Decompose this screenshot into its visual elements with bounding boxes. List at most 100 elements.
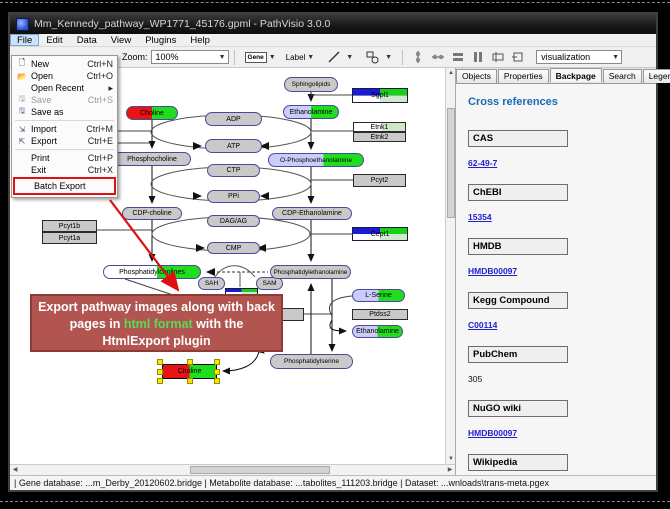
node-l-serine[interactable]: L-Serine: [352, 289, 405, 302]
node-sgpl1[interactable]: Sgpl1: [352, 88, 408, 103]
xref-section-cas: CAS 62-49-7: [468, 130, 656, 171]
zoom-combobox[interactable]: 100% ▼: [151, 50, 229, 64]
node-ethanolamine-bottom[interactable]: Ethanolamine: [352, 325, 403, 338]
screen-edge-artifact-bottom: [0, 501, 670, 502]
node-dag-ag[interactable]: DAG/AG: [207, 215, 260, 227]
menu-data[interactable]: Data: [70, 34, 104, 46]
chevron-down-icon: ▼: [346, 54, 353, 61]
align-center-x-icon[interactable]: [411, 50, 425, 64]
tab-properties[interactable]: Properties: [498, 69, 549, 83]
file-menu-import[interactable]: ⇲ ImportCtrl+M: [12, 123, 117, 135]
file-menu-batch-export[interactable]: Batch Export: [13, 177, 116, 195]
annotation-line3: HtmlExport plugin: [32, 333, 281, 350]
file-menu-new[interactable]: 🗋 NewCtrl+N: [12, 58, 117, 70]
canvas-horizontal-scrollbar[interactable]: ◀ ▶: [10, 464, 455, 475]
menu-view[interactable]: View: [104, 34, 138, 46]
tab-legend[interactable]: Legend: [643, 69, 670, 83]
selection-handle[interactable]: [214, 359, 220, 365]
xref-link[interactable]: 62-49-7: [468, 158, 497, 168]
menu-edit[interactable]: Edit: [39, 34, 69, 46]
node-phosphocholine[interactable]: Phosphocholine: [113, 152, 191, 166]
node-etnk2[interactable]: Etnk2: [353, 132, 406, 142]
line-tool-button[interactable]: ▼: [321, 48, 356, 66]
node-etnk1[interactable]: Etnk1: [353, 122, 406, 132]
xref-link[interactable]: HMDB00097: [468, 428, 517, 438]
open-folder-icon: 📂: [15, 72, 29, 81]
distribute-vertical-icon[interactable]: [511, 50, 525, 64]
selection-handle[interactable]: [214, 378, 220, 384]
file-menu-open[interactable]: 📂 OpenCtrl+O: [12, 70, 117, 82]
node-atp[interactable]: ATP: [205, 139, 262, 153]
node-cdp-choline[interactable]: CDP-choline: [122, 207, 182, 220]
canvas-vertical-scrollbar[interactable]: ▲ ▼: [445, 68, 455, 464]
visualization-combobox[interactable]: visualization ▼: [536, 50, 622, 64]
selection-handle[interactable]: [157, 359, 163, 365]
node-choline-selected[interactable]: Choline: [162, 364, 217, 379]
scroll-left-icon[interactable]: ◀: [10, 465, 20, 475]
scrollbar-thumb[interactable]: [190, 466, 330, 474]
file-menu: 🗋 NewCtrl+N 📂 OpenCtrl+O Open Recent▸ 🖫 …: [11, 55, 118, 198]
scroll-right-icon[interactable]: ▶: [445, 465, 455, 475]
xref-link[interactable]: HMDB00097: [468, 266, 517, 276]
annotation-callout: Export pathway images along with back pa…: [30, 294, 283, 352]
tab-objects[interactable]: Objects: [456, 69, 497, 83]
node-phosphatidylethanolamine[interactable]: Phosphatidylethanolamine: [270, 265, 351, 279]
tab-backpage[interactable]: Backpage: [550, 68, 602, 82]
node-pcyt2[interactable]: Pcyt2: [353, 174, 406, 187]
align-center-y-icon[interactable]: [431, 50, 445, 64]
node-adp[interactable]: ADP: [205, 112, 262, 126]
node-ctp[interactable]: CTP: [207, 164, 260, 177]
label-button[interactable]: Label ▼: [283, 51, 318, 64]
selection-handle[interactable]: [214, 369, 220, 375]
node-sah[interactable]: SAH: [198, 277, 225, 290]
node-ethanolamine-top[interactable]: Ethanolamine: [283, 105, 339, 119]
sidebar: Objects Properties Backpage Search Legen…: [455, 68, 656, 475]
menu-file[interactable]: File: [10, 34, 39, 46]
file-menu-print[interactable]: PrintCtrl+P: [12, 152, 117, 164]
window-title: Mm_Kennedy_pathway_WP1771_45176.gpml - P…: [34, 18, 330, 30]
node-phosphatidylcholines[interactable]: Phosphatidylcholines: [103, 265, 201, 279]
selection-handle[interactable]: [187, 378, 193, 384]
toolbar-separator: [402, 50, 403, 65]
node-pcyt1a[interactable]: Pcyt1a: [42, 232, 97, 244]
common-width-icon[interactable]: [471, 50, 485, 64]
node-pcyt1b[interactable]: Pcyt1b: [42, 220, 97, 232]
menu-separator: [15, 149, 114, 150]
xref-db-name: Kegg Compound: [468, 292, 568, 309]
menu-help[interactable]: Help: [183, 34, 217, 46]
scrollbar-thumb[interactable]: [447, 108, 455, 218]
node-cept1[interactable]: Cept1: [352, 227, 408, 241]
xref-value: 305: [468, 374, 482, 384]
file-menu-export[interactable]: ⇱ ExportCtrl+E: [12, 135, 117, 147]
gene-datanode-button[interactable]: Gene ▼: [242, 50, 279, 65]
node-choline-top[interactable]: Choline: [126, 106, 178, 120]
screen: { "window": { "title": "Mm_Kennedy_pathw…: [0, 0, 670, 509]
backpage-panel: Cross references CAS 62-49-7 ChEBI 15354…: [456, 83, 656, 475]
node-ptdss2[interactable]: Ptdss2: [352, 309, 408, 320]
line-tool-icon: [327, 50, 341, 64]
file-menu-save-as[interactable]: 🖫 Save as: [12, 106, 117, 118]
xref-link[interactable]: C00114: [468, 320, 497, 330]
selection-handle[interactable]: [157, 369, 163, 375]
node-ppi[interactable]: PPi: [207, 190, 260, 203]
xref-link[interactable]: 15354: [468, 212, 492, 222]
pathvisio-window: Mm_Kennedy_pathway_WP1771_45176.gpml - P…: [8, 12, 658, 492]
node-sphingolipids[interactable]: Sphingolipids: [284, 77, 338, 92]
cross-references-heading: Cross references: [468, 96, 656, 108]
distribute-horizontal-icon[interactable]: [491, 50, 505, 64]
tab-search[interactable]: Search: [603, 69, 642, 83]
node-cmp[interactable]: CMP: [207, 242, 260, 254]
node-phosphatidylserine[interactable]: Phosphatidylserine: [270, 354, 353, 369]
selection-handle[interactable]: [187, 359, 193, 365]
import-icon: ⇲: [15, 125, 29, 134]
node-o-phosphoethanolamine[interactable]: O-Phosphoethanolamine: [268, 153, 364, 167]
shape-tool-button[interactable]: ▼: [360, 48, 395, 66]
node-cdp-ethanolamine[interactable]: CDP-Ethanolamine: [272, 207, 352, 220]
status-bar: | Gene database: ...m_Derby_20120602.bri…: [10, 475, 656, 490]
common-height-icon[interactable]: [451, 50, 465, 64]
selection-handle[interactable]: [157, 378, 163, 384]
title-bar[interactable]: Mm_Kennedy_pathway_WP1771_45176.gpml - P…: [10, 14, 656, 34]
xref-db-name: Wikipedia: [468, 454, 568, 471]
menu-plugins[interactable]: Plugins: [138, 34, 183, 46]
file-menu-exit[interactable]: ExitCtrl+X: [12, 164, 117, 176]
